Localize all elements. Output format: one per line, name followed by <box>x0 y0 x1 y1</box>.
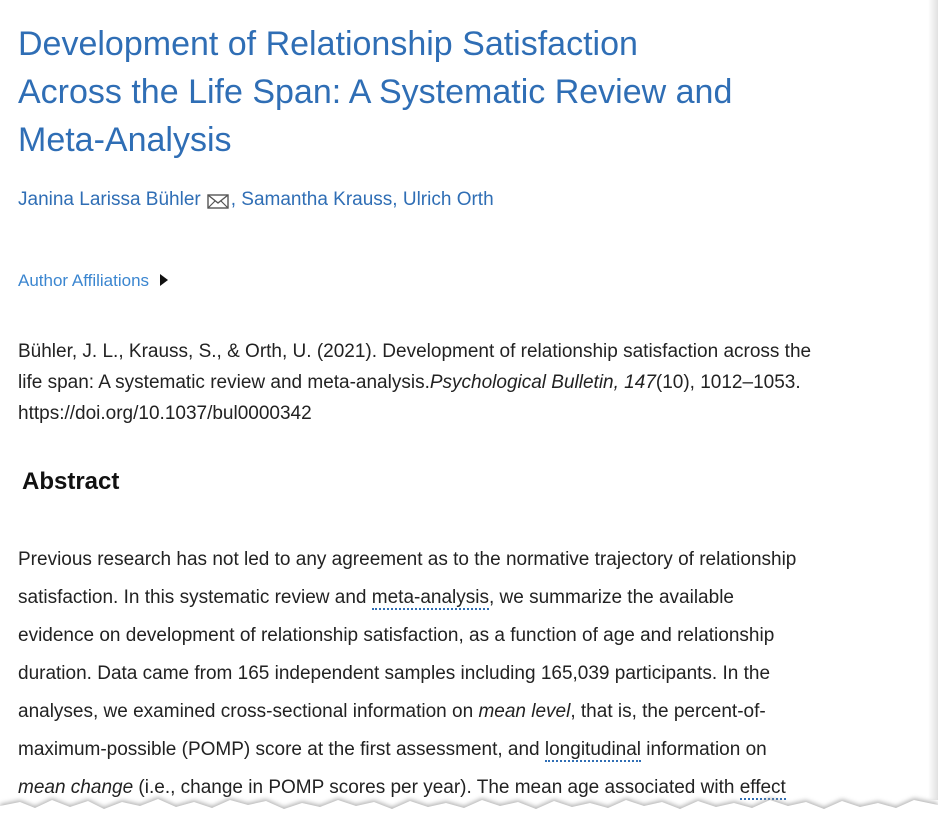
journal-name: Psychological Bulletin, 147 <box>429 372 656 393</box>
abstract-line: satisfaction. In this systematic review … <box>18 579 918 617</box>
caret-right-icon <box>159 271 169 291</box>
glossary-term[interactable]: meta-analysis <box>371 587 489 610</box>
envelope-icon[interactable] <box>207 193 229 215</box>
page-shadow <box>928 0 938 800</box>
torn-edge <box>0 797 938 828</box>
abstract-body: Previous research has not led to any agr… <box>18 541 918 807</box>
abstract-line: maximum-possible (POMP) score at the fir… <box>18 731 918 769</box>
abstract-line: duration. Data came from 165 independent… <box>18 663 771 684</box>
article-title: Development of Relationship Satisfaction… <box>18 20 898 164</box>
citation-issue: (10), 1012–1053. <box>655 372 801 393</box>
abstract-line: Previous research has not led to any agr… <box>18 549 797 570</box>
abstract-text: analyses, we examined cross-sectional in… <box>18 701 479 722</box>
abstract-text: , we summarize the available <box>488 587 734 608</box>
abstract-heading: Abstract <box>22 468 120 495</box>
emphasis: mean level <box>478 701 571 722</box>
doi-link[interactable]: https://doi.org/10.1037/bul0000342 <box>18 398 918 429</box>
abstract-text: satisfaction. In this systematic review … <box>18 587 372 608</box>
author-affiliations-toggle[interactable]: Author Affiliations <box>18 271 169 291</box>
citation: Bühler, J. L., Krauss, S., & Orth, U. (2… <box>18 336 918 429</box>
title-line: Development of Relationship Satisfaction <box>18 25 638 63</box>
author-link[interactable]: , Samantha Krauss, Ulrich Orth <box>231 189 494 210</box>
abstract-line: evidence on development of relationship … <box>18 625 775 646</box>
citation-line: Bühler, J. L., Krauss, S., & Orth, U. (2… <box>18 341 812 362</box>
citation-line: life span: A systematic review and meta-… <box>18 367 918 398</box>
title-line: Meta-Analysis <box>18 121 232 159</box>
abstract-text: maximum-possible (POMP) score at the fir… <box>18 739 545 760</box>
abstract-text: , that is, the percent-of- <box>570 701 766 722</box>
author-list: Janina Larissa Bühler , Samantha Krauss, … <box>18 189 494 215</box>
title-line: Across the Life Span: A Systematic Revie… <box>18 73 733 111</box>
glossary-term[interactable]: longitudinal <box>544 739 642 762</box>
affiliations-label: Author Affiliations <box>18 271 150 290</box>
abstract-line: analyses, we examined cross-sectional in… <box>18 693 918 731</box>
author-link[interactable]: Janina Larissa Bühler <box>18 189 201 210</box>
article-page: Development of Relationship Satisfaction… <box>0 0 938 828</box>
abstract-text: information on <box>641 739 767 760</box>
citation-text: life span: A systematic review and meta-… <box>18 372 430 393</box>
